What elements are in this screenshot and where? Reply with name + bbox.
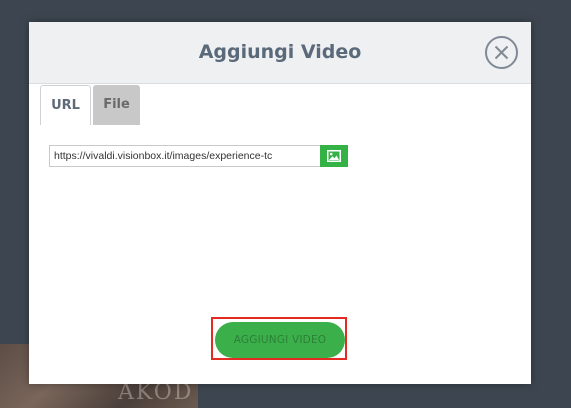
image-icon <box>327 150 341 162</box>
close-button[interactable] <box>485 36 518 69</box>
dialog-title: Aggiungi Video <box>198 41 362 63</box>
tab-url[interactable]: URL <box>40 85 91 125</box>
add-video-dialog: Aggiungi Video URL File AGGIUNGI VIDEO <box>29 22 531 384</box>
image-picker-button[interactable] <box>320 145 348 167</box>
add-video-button[interactable]: AGGIUNGI VIDEO <box>215 322 345 358</box>
tab-file[interactable]: File <box>93 85 140 125</box>
dialog-header: Aggiungi Video <box>29 22 531 84</box>
video-url-input[interactable] <box>49 145 321 167</box>
close-icon <box>494 45 509 60</box>
